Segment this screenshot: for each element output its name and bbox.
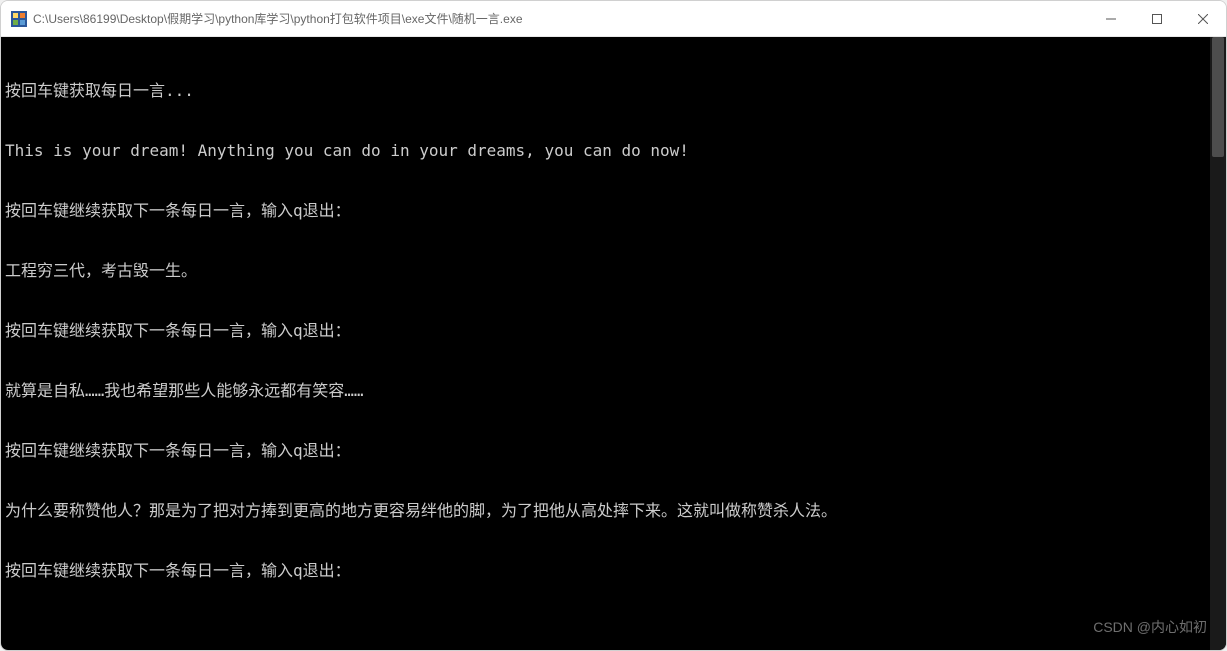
scrollbar-thumb[interactable] xyxy=(1212,37,1224,157)
window-title: C:\Users\86199\Desktop\假期学习\python库学习\py… xyxy=(33,10,1088,27)
console-line: 按回车键继续获取下一条每日一言，输入q退出： xyxy=(5,321,1210,341)
app-window: C:\Users\86199\Desktop\假期学习\python库学习\py… xyxy=(0,0,1227,651)
console-line: 按回车键继续获取下一条每日一言，输入q退出： xyxy=(5,441,1210,461)
console-line: 按回车键继续获取下一条每日一言，输入q退出： xyxy=(5,561,1210,581)
minimize-button[interactable] xyxy=(1088,1,1134,36)
vertical-scrollbar[interactable] xyxy=(1210,37,1226,650)
titlebar[interactable]: C:\Users\86199\Desktop\假期学习\python库学习\py… xyxy=(1,1,1226,37)
console-line: 工程穷三代，考古毁一生。 xyxy=(5,261,1210,281)
console-line: 按回车键获取每日一言... xyxy=(5,81,1210,101)
close-icon xyxy=(1198,14,1208,24)
console-line: 按回车键继续获取下一条每日一言，输入q退出： xyxy=(5,201,1210,221)
app-icon xyxy=(11,11,27,27)
maximize-icon xyxy=(1152,14,1162,24)
window-controls xyxy=(1088,1,1226,36)
console-output[interactable]: 按回车键获取每日一言... This is your dream! Anythi… xyxy=(1,37,1210,650)
close-button[interactable] xyxy=(1180,1,1226,36)
console-area: 按回车键获取每日一言... This is your dream! Anythi… xyxy=(1,37,1226,650)
console-line: 就算是自私……我也希望那些人能够永远都有笑容…… xyxy=(5,381,1210,401)
minimize-icon xyxy=(1106,14,1116,24)
console-line: 为什么要称赞他人？那是为了把对方捧到更高的地方更容易绊他的脚，为了把他从高处摔下… xyxy=(5,501,1210,521)
maximize-button[interactable] xyxy=(1134,1,1180,36)
console-line: This is your dream! Anything you can do … xyxy=(5,141,1210,161)
